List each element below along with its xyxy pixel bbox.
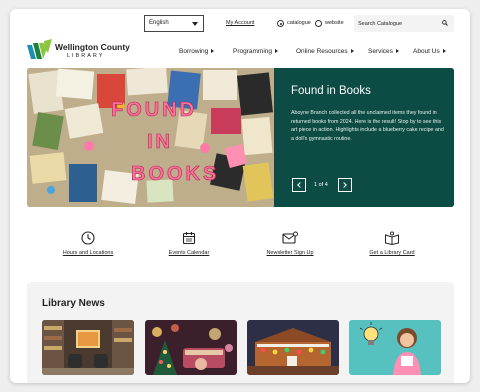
quick-link-hours-label: Hours and Locations <box>62 250 114 256</box>
book-icon <box>385 231 399 245</box>
search-icon[interactable] <box>442 20 448 26</box>
chevron-right-icon <box>211 49 215 53</box>
nav-about-us-label: About Us <box>413 48 440 55</box>
chevron-right-icon <box>442 49 446 53</box>
nav-services-label: Services <box>368 48 393 55</box>
radio-website[interactable] <box>315 20 322 27</box>
library-news-section: Library News <box>27 282 454 383</box>
collage-word-in: IN <box>147 131 173 153</box>
collage-word-found: FOUND <box>111 99 197 121</box>
clock-icon <box>81 231 95 245</box>
page-card: English My Account catalogue website Wel… <box>10 9 470 383</box>
quick-link-newsletter-label: Newsletter Sign Up <box>266 250 314 256</box>
hero-title: Found in Books <box>291 85 371 97</box>
hero-text-panel: Found in Books Aboyne Branch collected a… <box>274 68 454 207</box>
chevron-right-icon <box>350 49 354 53</box>
nav-about-us[interactable]: About Us <box>413 48 446 55</box>
search-box <box>354 15 454 32</box>
carousel-pager: 1 of 4 <box>314 182 328 188</box>
news-image-holiday-lights <box>145 320 237 375</box>
logo-mark-icon <box>27 39 52 59</box>
chevron-right-icon <box>275 49 279 53</box>
news-card-2[interactable] <box>145 320 237 375</box>
nav-services[interactable]: Services <box>368 48 399 55</box>
chevron-right-icon <box>395 49 399 53</box>
nav-online-resources[interactable]: Online Resources <box>296 48 354 55</box>
nav-online-resources-label: Online Resources <box>296 48 348 55</box>
quick-link-hours[interactable]: Hours and Locations <box>48 231 128 256</box>
library-logo[interactable]: Wellington County LIBRARY <box>27 38 147 62</box>
search-input[interactable] <box>358 18 434 29</box>
radio-catalogue-label: catalogue <box>287 20 311 26</box>
library-news-title: Library News <box>42 298 105 309</box>
hero-carousel: FOUND IN BOOKS Found in Books Aboyne Bra… <box>27 68 454 207</box>
carousel-prev-button[interactable] <box>292 178 306 192</box>
news-image-idea-girl <box>349 320 441 375</box>
collage-word-books: BOOKS <box>131 163 219 185</box>
mail-icon <box>282 231 298 244</box>
collage-illustration: FOUND IN BOOKS <box>27 68 274 207</box>
carousel-next-button[interactable] <box>338 178 352 192</box>
quick-link-library-card-label: Get a Library Card <box>369 250 415 256</box>
quick-link-newsletter[interactable]: Newsletter Sign Up <box>250 231 330 256</box>
nav-programming-label: Programming <box>233 48 273 55</box>
chevron-left-icon <box>297 182 303 188</box>
news-card-4[interactable] <box>349 320 441 375</box>
hero-image[interactable]: FOUND IN BOOKS <box>27 68 274 207</box>
nav-borrowing-label: Borrowing <box>179 48 209 55</box>
chevron-right-icon <box>341 182 347 188</box>
radio-catalogue[interactable] <box>277 20 284 27</box>
nav-programming[interactable]: Programming <box>233 48 279 55</box>
news-card-3[interactable] <box>247 320 339 375</box>
news-image-gingerbread <box>247 320 339 375</box>
nav-borrowing[interactable]: Borrowing <box>179 48 215 55</box>
hero-body: Aboyne Branch collected all the unclaime… <box>291 110 444 143</box>
utility-bar: English My Account catalogue website <box>10 15 470 33</box>
language-select-value: English <box>149 20 169 26</box>
logo-subtitle: LIBRARY <box>67 53 105 59</box>
quick-link-events-label: Events Calendar <box>168 250 210 256</box>
my-account-link[interactable]: My Account <box>226 20 254 26</box>
logo-title: Wellington County <box>55 42 130 52</box>
chevron-down-icon <box>192 22 198 26</box>
news-image-reading-room <box>42 320 134 375</box>
quick-link-library-card[interactable]: Get a Library Card <box>352 231 432 256</box>
quick-link-events[interactable]: Events Calendar <box>149 231 229 256</box>
calendar-icon <box>182 232 196 245</box>
language-select[interactable]: English <box>144 15 204 32</box>
news-card-1[interactable] <box>42 320 134 375</box>
radio-website-label: website <box>325 20 344 26</box>
